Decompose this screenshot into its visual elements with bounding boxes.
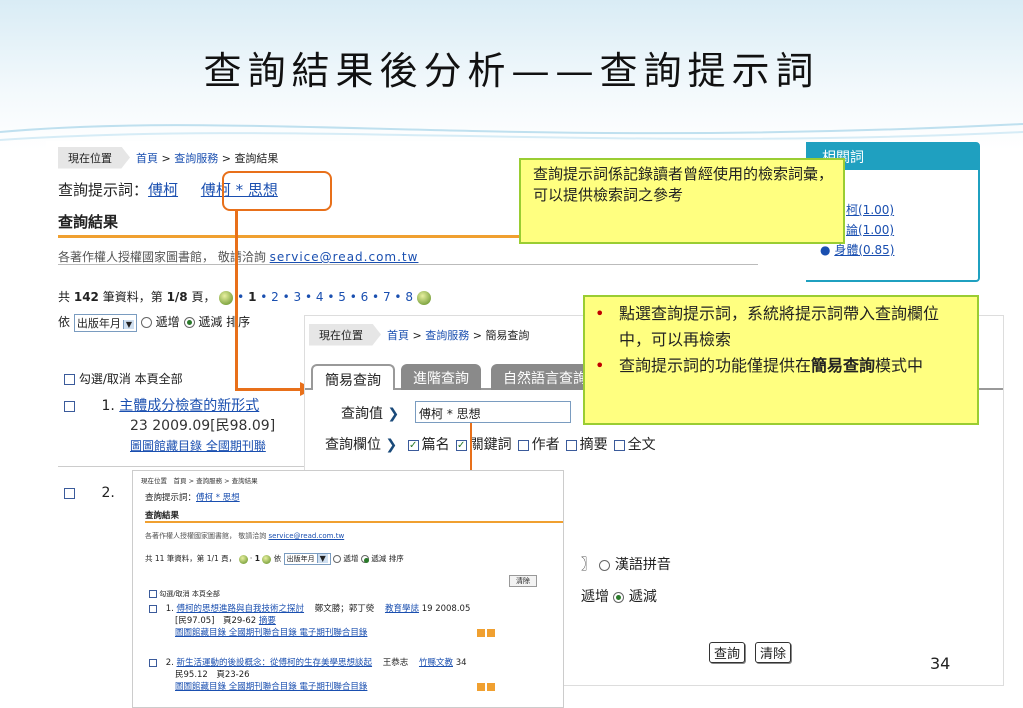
- small-result-2: 2. 新生活運動的後設概念：從傅柯的生存美學思想談起 王恭志 竹縣文教 34 民…: [149, 657, 496, 693]
- small-copyright: 各著作權人授權國家圖書館， 敬請洽詢 service@read.com.tw: [145, 532, 345, 540]
- tab-simple-search[interactable]: 簡易查詢: [311, 364, 395, 390]
- small-result-1-icons[interactable]: [477, 628, 486, 637]
- breadcrumb-home[interactable]: 首頁: [136, 152, 158, 165]
- slide-number: 34: [930, 654, 951, 673]
- result-1-title-link[interactable]: 主體成分檢查的新形式: [119, 398, 259, 414]
- small-breadcrumb: 現在位置 首頁 > 查詢服務 > 查詢結果: [141, 477, 258, 485]
- field-checkbox-4[interactable]: [613, 439, 625, 451]
- hint-highlight-box: [222, 171, 332, 211]
- sort-dec-radio[interactable]: [183, 317, 195, 328]
- small-pagination: 共 11 筆資料，第 1/1 頁， · 1 依 出版年月 ▼ 遞增 遞減 排序: [145, 553, 404, 565]
- sort-inc-radio[interactable]: [140, 317, 152, 328]
- result-2-checkbox[interactable]: [64, 487, 75, 499]
- select-all-row: 勾選/取消 本頁全部: [64, 370, 183, 387]
- small-clear-button[interactable]: 清除: [509, 575, 537, 587]
- search-breadcrumb: 現在位置 首頁 > 查詢服務 > 簡易查詢: [309, 323, 529, 346]
- hint-explanation-note: 查詢提示詞係記錄讀者曾經使用的檢索詞彙，可以提供檢索詞之參考: [519, 158, 845, 244]
- field-label-1: 關鍵詞: [469, 437, 512, 453]
- result-item-1: 1. 主體成分檢查的新形式 23 2009.09[民98.09] 圖圖館藏目錄 …: [64, 396, 275, 456]
- related-term-2[interactable]: 論(1.00): [846, 223, 894, 237]
- field-label-0: 篇名: [421, 437, 450, 453]
- next-page-icon[interactable]: [416, 290, 431, 305]
- page-link-6[interactable]: 6: [361, 290, 369, 304]
- clear-button[interactable]: 清除: [755, 642, 792, 663]
- query-value-row: 查詢值 ❯: [341, 406, 400, 422]
- field-checkbox-2[interactable]: [517, 439, 529, 451]
- usage-note-2: 查詢提示詞的功能僅提供在簡易查詢模式中: [619, 356, 924, 375]
- breadcrumb: 現在位置 首頁 > 查詢服務 > 查詢結果: [58, 146, 279, 169]
- sort-select[interactable]: 出版年月 ▼: [73, 313, 137, 332]
- search-sort-dec-radio[interactable]: [613, 591, 625, 603]
- select-all-checkbox[interactable]: [64, 374, 75, 385]
- page-link-4[interactable]: 4: [316, 290, 324, 304]
- field-label-4: 全文: [627, 437, 656, 453]
- page-link-3[interactable]: 3: [294, 290, 302, 304]
- query-field-row: 查詢欄位 ❯ 篇名關鍵詞作者摘要全文: [325, 434, 656, 454]
- field-checkbox-0[interactable]: [407, 439, 419, 451]
- connector-line: [235, 211, 238, 391]
- refined-results-screenshot: 現在位置 首頁 > 查詢服務 > 查詢結果 查詢提示詞：傅柯 * 思想 查詢結果…: [132, 470, 564, 708]
- query-hint-term-1[interactable]: 傅柯: [148, 181, 178, 199]
- page-link-8[interactable]: 8: [405, 290, 413, 304]
- pagination-row: 共 142 筆資料，第 1/8 頁， • 1 • 2 • 3 • 4 • 5 •…: [58, 288, 431, 305]
- page-link-1[interactable]: 1: [248, 290, 256, 304]
- field-label-2: 作者: [531, 437, 560, 453]
- field-label-3: 摘要: [579, 437, 608, 453]
- prev-page-icon[interactable]: [219, 290, 234, 305]
- result-item-2: 2.: [64, 485, 115, 501]
- result-1-catalog-links[interactable]: 圖圖館藏目錄 全國期刊聯: [130, 436, 275, 456]
- small-result-1-title[interactable]: 傅柯的思想進路與自我技術之探討: [177, 604, 305, 614]
- breadcrumb-current: 查詢結果: [234, 151, 279, 165]
- service-email-link[interactable]: service@read.com.tw: [270, 250, 419, 264]
- usage-note-1: 點選查詢提示詞，系統將提示詞帶入查詢欄位中，可以再檢索: [619, 304, 940, 349]
- breadcrumb-here-label: 現在位置: [58, 146, 130, 169]
- small-result-1: 1. 傅柯的思想進路與自我技術之探討 鄭文勝；郭丁熒 教育學誌 19 2008.…: [149, 603, 496, 639]
- pinyin-radio[interactable]: [599, 559, 611, 571]
- current-page: 1/8: [166, 290, 188, 304]
- sort-row: 依 出版年月 ▼ 遞增 遞減 排序: [58, 313, 251, 332]
- small-select-all: 勾選/取消 本頁全部: [149, 589, 220, 599]
- search-sort-options: 遞增 遞減: [581, 589, 657, 605]
- small-hint-term[interactable]: 傅柯 * 思想: [196, 493, 240, 503]
- copyright-line: 各著作權人授權國家圖書館， 敬請洽詢 service@read.com.tw: [58, 250, 419, 264]
- pinyin-option: 〗 漢語拼音: [581, 557, 671, 573]
- search-button[interactable]: 查詢: [709, 642, 746, 663]
- field-checkbox-3[interactable]: [565, 439, 577, 451]
- field-checkbox-1[interactable]: [455, 439, 467, 451]
- small-result-2-title[interactable]: 新生活運動的後設概念：從傅柯的生存美學思想談起: [177, 658, 373, 668]
- page-link-5[interactable]: 5: [338, 290, 346, 304]
- total-count: 142: [73, 290, 99, 304]
- tab-advanced-search[interactable]: 進階查詢: [401, 364, 481, 390]
- related-term-3[interactable]: 身體(0.85): [834, 243, 894, 257]
- related-term-1[interactable]: 柯(1.00): [846, 203, 894, 217]
- page-link-7[interactable]: 7: [383, 290, 391, 304]
- slide-title: 查詢結果後分析——查詢提示詞: [203, 49, 820, 93]
- usage-notes: • 點選查詢提示詞，系統將提示詞帶入查詢欄位中，可以再檢索 • 查詢提示詞的功能僅提…: [583, 295, 979, 425]
- query-value-input[interactable]: 傅柯 * 思想: [415, 401, 571, 423]
- query-hint-label: 查詢提示詞：: [58, 181, 149, 199]
- page-link-2[interactable]: 2: [271, 290, 279, 304]
- breadcrumb-service[interactable]: 查詢服務: [174, 152, 218, 165]
- result-1-checkbox[interactable]: [64, 400, 75, 412]
- small-result-heading: 查詢結果: [145, 509, 563, 523]
- small-hint-row: 查詢提示詞：傅柯 * 思想: [145, 493, 240, 503]
